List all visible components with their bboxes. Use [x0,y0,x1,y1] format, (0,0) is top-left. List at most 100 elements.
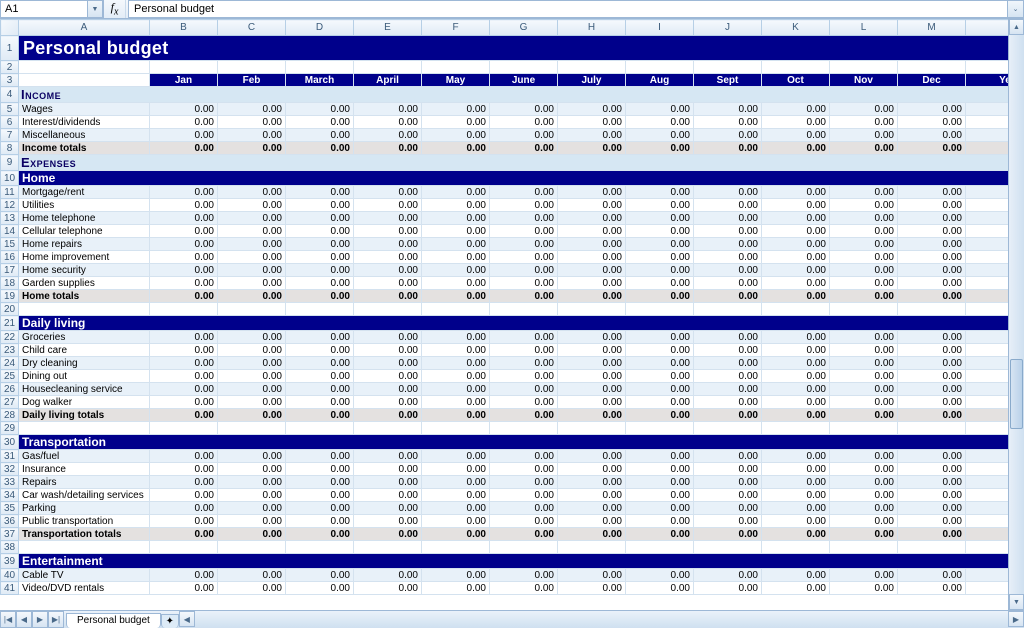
daily-row-val[interactable]: 0.00 [286,396,354,409]
row-header[interactable]: 39 [1,554,19,569]
transport-row-val[interactable] [966,450,1009,463]
home-row-val[interactable]: 0.00 [150,264,218,277]
empty-cell[interactable] [490,61,558,74]
column-header[interactable]: E [354,20,422,36]
empty-cell[interactable] [694,422,762,435]
daily-row-label[interactable]: Dry cleaning [19,357,150,370]
transport-row-val[interactable]: 0.00 [762,502,830,515]
transport-row-val[interactable]: 0.00 [150,463,218,476]
transport-row-val[interactable]: 0.00 [558,450,626,463]
daily-row-val[interactable]: 0.00 [558,331,626,344]
home-row-val[interactable]: 0.00 [354,186,422,199]
row-header[interactable]: 34 [1,489,19,502]
daily-row-val[interactable]: 0.00 [150,331,218,344]
fx-icon[interactable]: fx [104,0,126,18]
transport-row-val[interactable]: 0.00 [762,489,830,502]
row-header[interactable]: 17 [1,264,19,277]
empty-cell[interactable] [354,303,422,316]
row-header[interactable]: 23 [1,344,19,357]
home-row-val[interactable] [966,264,1009,277]
income-row-val[interactable]: 0.00 [490,116,558,129]
transport-row-val[interactable]: 0.00 [762,463,830,476]
row-header[interactable]: 30 [1,435,19,450]
transport-total-val[interactable]: 0.00 [286,528,354,541]
home-row-val[interactable]: 0.00 [626,212,694,225]
home-row-val[interactable]: 0.00 [218,251,286,264]
transport-row-val[interactable] [966,463,1009,476]
home-row-val[interactable]: 0.00 [898,186,966,199]
home-row-val[interactable]: 0.00 [286,199,354,212]
entertain-row-val[interactable]: 0.00 [694,582,762,595]
income-total-val[interactable]: 0.00 [558,142,626,155]
transport-row-val[interactable]: 0.00 [422,463,490,476]
transport-total-val[interactable]: 0.00 [422,528,490,541]
daily-row-val[interactable]: 0.00 [898,383,966,396]
daily-row-val[interactable]: 0.00 [218,383,286,396]
empty-cell[interactable] [830,303,898,316]
daily-row-val[interactable]: 0.00 [218,344,286,357]
daily-row-val[interactable]: 0.00 [762,396,830,409]
empty-cell[interactable] [19,303,150,316]
income-row-val[interactable]: 0.00 [558,116,626,129]
daily-row-val[interactable]: 0.00 [286,357,354,370]
daily-row-val[interactable]: 0.00 [286,370,354,383]
transport-row-val[interactable]: 0.00 [898,489,966,502]
daily-row-val[interactable]: 0.00 [626,331,694,344]
column-header[interactable]: D [286,20,354,36]
home-row-val[interactable]: 0.00 [898,251,966,264]
home-row-val[interactable]: 0.00 [762,277,830,290]
home-total-val[interactable]: 0.00 [286,290,354,303]
home-row-val[interactable] [966,212,1009,225]
home-row-val[interactable]: 0.00 [354,212,422,225]
home-row-val[interactable]: 0.00 [218,212,286,225]
transport-row-val[interactable]: 0.00 [150,515,218,528]
home-row-label[interactable]: Home telephone [19,212,150,225]
home-row-val[interactable]: 0.00 [558,251,626,264]
home-row-val[interactable]: 0.00 [490,212,558,225]
home-row-label[interactable]: Home security [19,264,150,277]
transport-row-val[interactable]: 0.00 [150,476,218,489]
home-row-val[interactable]: 0.00 [150,277,218,290]
home-total-val[interactable] [966,290,1009,303]
home-row-val[interactable]: 0.00 [218,225,286,238]
daily-row-val[interactable] [966,383,1009,396]
home-row-val[interactable]: 0.00 [898,264,966,277]
income-row-val[interactable] [966,116,1009,129]
empty-cell[interactable] [966,541,1009,554]
row-header[interactable]: 5 [1,103,19,116]
home-total-val[interactable]: 0.00 [558,290,626,303]
home-row-val[interactable]: 0.00 [354,238,422,251]
empty-cell[interactable] [286,422,354,435]
daily-row-val[interactable]: 0.00 [150,383,218,396]
entertain-row-val[interactable]: 0.00 [286,569,354,582]
income-row-val[interactable]: 0.00 [218,129,286,142]
transport-row-val[interactable]: 0.00 [422,502,490,515]
home-row-val[interactable]: 0.00 [626,264,694,277]
daily-row-val[interactable]: 0.00 [422,344,490,357]
income-row-val[interactable]: 0.00 [150,129,218,142]
daily-row-val[interactable]: 0.00 [898,370,966,383]
entertain-row-val[interactable]: 0.00 [762,582,830,595]
home-row-val[interactable]: 0.00 [354,199,422,212]
transport-row-val[interactable]: 0.00 [354,489,422,502]
empty-cell[interactable] [966,422,1009,435]
daily-row-label[interactable]: Child care [19,344,150,357]
home-row-val[interactable]: 0.00 [558,199,626,212]
income-row-label[interactable]: Interest/dividends [19,116,150,129]
empty-cell[interactable] [218,422,286,435]
home-row-val[interactable]: 0.00 [286,186,354,199]
home-row-val[interactable]: 0.00 [762,225,830,238]
home-row-val[interactable]: 0.00 [558,212,626,225]
home-row-val[interactable] [966,277,1009,290]
empty-cell[interactable] [218,61,286,74]
daily-row-val[interactable]: 0.00 [354,357,422,370]
row-header[interactable]: 1 [1,36,19,61]
daily-row-val[interactable]: 0.00 [286,383,354,396]
home-row-val[interactable]: 0.00 [490,251,558,264]
empty-cell[interactable] [966,61,1009,74]
row-header[interactable]: 3 [1,74,19,87]
income-total-val[interactable]: 0.00 [694,142,762,155]
transport-row-val[interactable]: 0.00 [626,463,694,476]
empty-cell[interactable] [626,541,694,554]
row-header[interactable]: 27 [1,396,19,409]
